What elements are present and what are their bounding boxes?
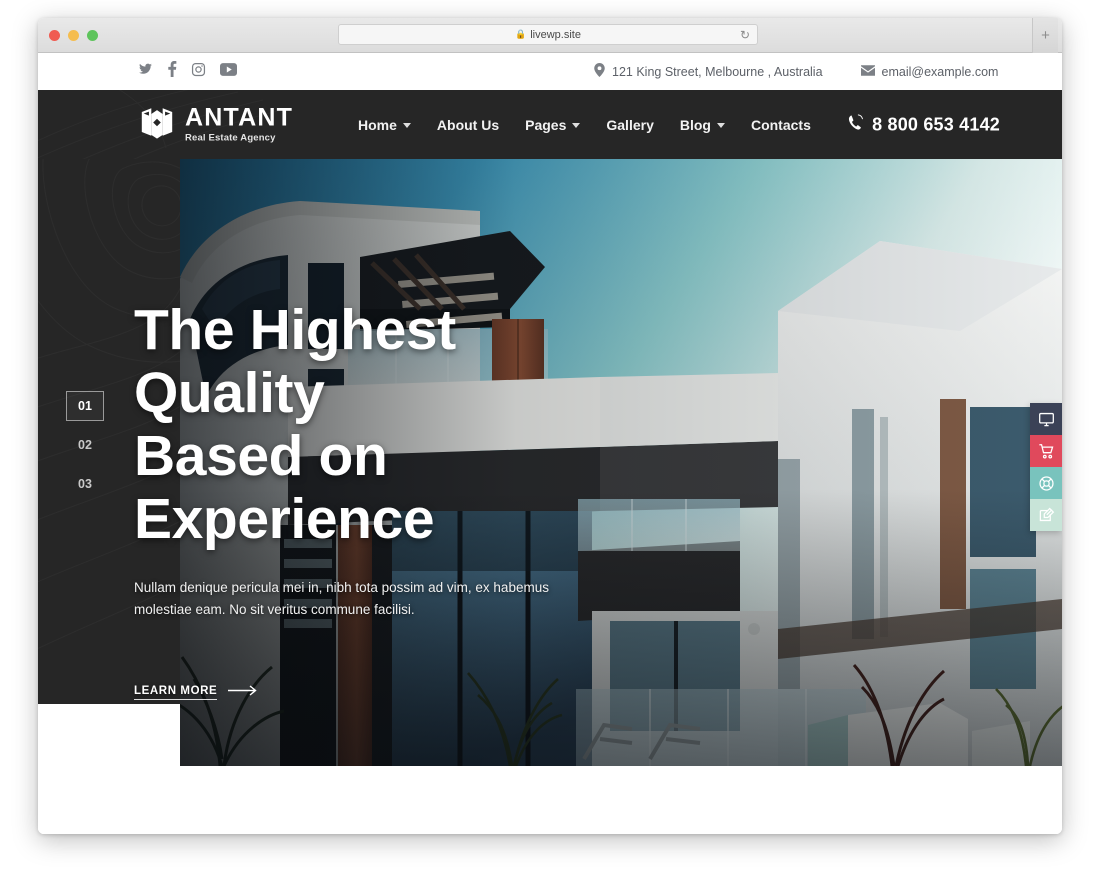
purchase-button[interactable] [1030, 435, 1062, 467]
nav-item-home[interactable]: Home [358, 117, 411, 133]
youtube-icon[interactable] [220, 62, 237, 81]
monitor-icon [1038, 411, 1055, 428]
email-text: email@example.com [881, 64, 999, 79]
chevron-down-icon [716, 123, 725, 128]
support-button[interactable] [1030, 467, 1062, 499]
cart-icon [1038, 443, 1055, 460]
maximize-button[interactable] [87, 30, 98, 41]
facebook-icon[interactable] [167, 61, 177, 82]
window-controls [49, 30, 98, 41]
lock-icon: 🔒 [515, 29, 527, 39]
main-navigation: Home About Us Pages Gallery Blog Contact… [358, 117, 811, 133]
header-phone[interactable]: 8 800 653 4142 [848, 113, 1000, 135]
social-links [138, 61, 237, 82]
nav-item-blog[interactable]: Blog [680, 117, 725, 133]
logo-name: ANTANT [185, 103, 294, 132]
reload-icon[interactable]: ↻ [740, 28, 750, 42]
building-logo-icon [138, 103, 176, 146]
address-item[interactable]: 121 King Street, Melbourne , Australia [594, 63, 823, 80]
phone-icon [848, 113, 863, 135]
desktop-backdrop: 🔒 livewp.site ↻ + 121 King Street, Melbo… [0, 0, 1100, 891]
hero-title-line-2: Based on Experience [134, 424, 435, 551]
hero-slide-pager: 01 02 03 [66, 391, 104, 499]
instagram-icon[interactable] [191, 62, 206, 82]
nav-item-about-us[interactable]: About Us [437, 117, 499, 133]
address-bar-url: livewp.site [530, 28, 581, 41]
slide-indicator-01[interactable]: 01 [66, 391, 104, 421]
twitter-icon[interactable] [138, 62, 153, 81]
edit-icon [1038, 507, 1055, 524]
nav-label-about-us: About Us [436, 116, 500, 133]
nav-label-blog: Blog [679, 116, 711, 133]
hero-section: 01 02 03 The Highest Quality Based on Ex… [38, 159, 1062, 834]
topbar-contacts: 121 King Street, Melbourne , Australia e… [594, 63, 998, 80]
lifebuoy-icon [1038, 475, 1055, 492]
phone-number: 8 800 653 4142 [872, 114, 1000, 134]
nav-label-pages: Pages [525, 116, 567, 133]
page-viewport: 121 King Street, Melbourne , Australia e… [38, 53, 1062, 834]
map-pin-icon [594, 63, 605, 80]
site-header: ANTANT Real Estate Agency Home About Us … [38, 90, 1062, 159]
learn-more-label: LEARN MORE [134, 685, 218, 700]
hero-title-line-1: The Highest Quality [134, 298, 456, 425]
chevron-down-icon [572, 123, 581, 128]
learn-more-button[interactable]: LEARN MORE [134, 683, 258, 701]
nav-item-contacts[interactable]: Contacts [751, 117, 811, 133]
minimize-button[interactable] [68, 30, 79, 41]
nav-label-home: Home [358, 116, 397, 133]
hero-content: The Highest Quality Based on Experience … [134, 299, 604, 701]
address-text: 121 King Street, Melbourne , Australia [612, 64, 823, 79]
close-button[interactable] [49, 30, 60, 41]
hero-subtitle: Nullam denique pericula mei in, nibh tot… [134, 580, 549, 617]
nav-label-contacts: Contacts [750, 116, 811, 133]
floating-widget-rail [1030, 403, 1062, 531]
email-item[interactable]: email@example.com [860, 64, 999, 79]
browser-titlebar: 🔒 livewp.site ↻ + [38, 18, 1062, 53]
envelope-icon [860, 64, 875, 79]
hero-title: The Highest Quality Based on Experience [134, 299, 604, 551]
chevron-down-icon [402, 123, 411, 128]
address-bar[interactable]: 🔒 livewp.site ↻ [338, 24, 758, 45]
arrow-right-icon [228, 683, 258, 701]
nav-label-gallery: Gallery [606, 116, 654, 133]
customize-button[interactable] [1030, 499, 1062, 531]
nav-item-gallery[interactable]: Gallery [606, 117, 653, 133]
site-topbar: 121 King Street, Melbourne , Australia e… [38, 53, 1062, 90]
logo-tagline: Real Estate Agency [185, 132, 276, 144]
nav-item-pages[interactable]: Pages [525, 116, 581, 133]
slide-indicator-03[interactable]: 03 [66, 469, 104, 499]
new-tab-button[interactable]: + [1032, 18, 1058, 53]
slide-indicator-02[interactable]: 02 [66, 430, 104, 460]
site-logo[interactable]: ANTANT Real Estate Agency [138, 103, 293, 146]
live-preview-button[interactable] [1030, 403, 1062, 435]
browser-window: 🔒 livewp.site ↻ + 121 King Street, Melbo… [38, 18, 1062, 834]
